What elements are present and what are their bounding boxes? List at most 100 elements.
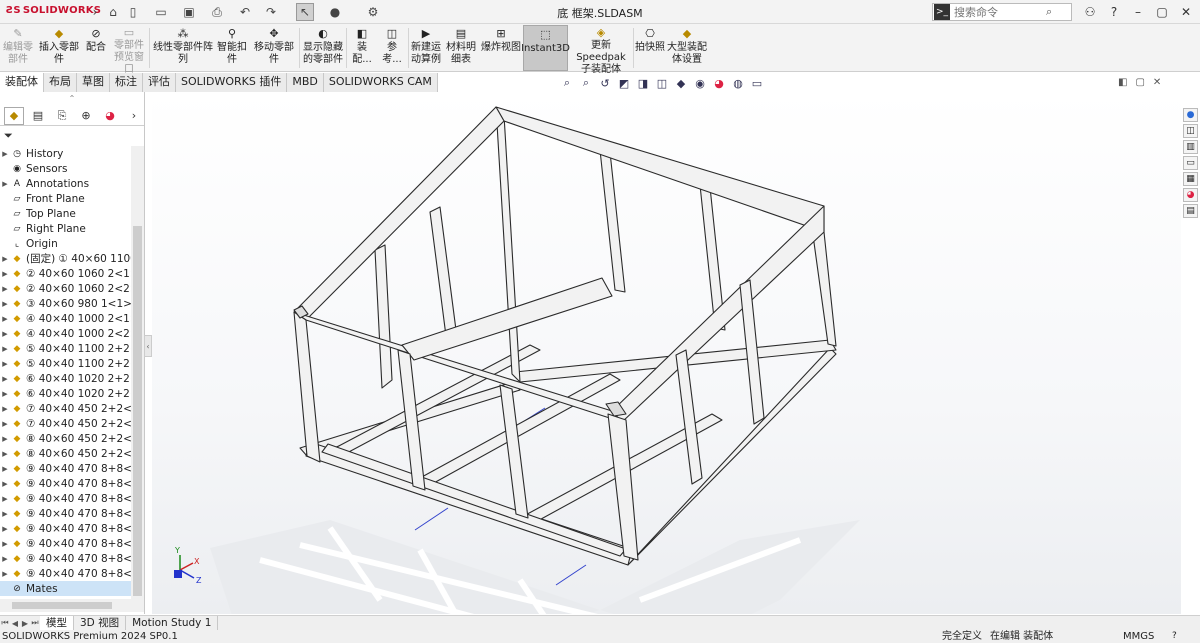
tree-item-component[interactable]: ▶◆ ④ 40×40 1000 2<1> ( (0, 311, 131, 326)
panel-collapse-handle[interactable]: ‹ (144, 335, 152, 357)
tree-filter[interactable]: ⏷ (0, 126, 144, 146)
tree-horizontal-scrollbar[interactable] (0, 599, 144, 612)
tree-item-component[interactable]: ▶◆ ⑤ 40×40 1100 2+2<2 (0, 356, 131, 371)
last-tab-icon[interactable]: ⏭ (30, 618, 40, 628)
tree-item-plane[interactable]: ▱ Right Plane (0, 221, 131, 236)
expand-arrow-icon[interactable]: ▶ (0, 150, 10, 158)
edit-component-button[interactable]: ✎ 编辑零部件 (2, 25, 34, 71)
tree-item-component[interactable]: ▶◆ ⑧ 40×60 450 2+2<1> (0, 431, 131, 446)
traffic-light-icon[interactable]: ● (326, 3, 344, 21)
tab-mbd[interactable]: MBD (287, 73, 324, 92)
appearances-icon[interactable]: ◕ (1183, 188, 1198, 202)
move-component-button[interactable]: ✥ 移动零部件 (250, 25, 298, 71)
expand-arrow-icon[interactable]: ▶ (0, 255, 10, 263)
file-explorer-icon[interactable]: ▭ (1183, 156, 1198, 170)
save-icon[interactable]: ▣ (180, 3, 198, 21)
tree-item-component[interactable]: ▶◆ ⑨ 40×40 470 8+8<8> (0, 551, 131, 566)
tree-item-component[interactable]: ▶ ◆ (固定) ① 40×60 1100 (0, 251, 131, 266)
tree-item-component[interactable]: ▶◆ ⑨ 40×40 470 8+8<6> (0, 521, 131, 536)
expand-arrow-icon[interactable]: ▶ (0, 570, 10, 578)
tree-vertical-scrollbar[interactable] (131, 146, 144, 599)
exploded-view-button[interactable]: ⊞ 爆炸视图 (480, 25, 522, 71)
view-palette-icon[interactable]: ▦ (1183, 172, 1198, 186)
options-gear-icon[interactable]: ⚙ (364, 3, 382, 21)
tree-item-component[interactable]: ▶◆ ② 40×60 1060 2<2> ( (0, 281, 131, 296)
zoom-to-fit-icon[interactable]: ⌕ (560, 76, 574, 90)
tree-item-component[interactable]: ▶◆ ② 40×60 1060 2<1> ( (0, 266, 131, 281)
user-icon[interactable]: ⚇ (1080, 3, 1100, 21)
panel-grip[interactable]: ⌃ (0, 92, 144, 106)
tree-item-origin[interactable]: ⌞ Origin (0, 236, 131, 251)
assembly-features-button[interactable]: ◧ 装配... (348, 25, 376, 71)
expand-arrow-icon[interactable]: ▶ (0, 450, 10, 458)
expand-arrow-icon[interactable]: ▶ (0, 465, 10, 473)
tree-item-component[interactable]: ▶◆ ⑤ 40×40 1100 2+2<1 (0, 341, 131, 356)
show-hidden-button[interactable]: ◐ 显示隐藏的零部件 (301, 25, 345, 71)
panel-tabs-scroll-icon[interactable]: › (124, 107, 144, 125)
restore-icon[interactable]: ▢ (1152, 3, 1172, 21)
expand-arrow-icon[interactable]: ▶ (0, 300, 10, 308)
frame-assembly[interactable] (293, 106, 837, 566)
edit-appearance-icon[interactable]: ◕ (712, 77, 726, 90)
model-view[interactable]: Y X Z (152, 92, 1181, 614)
status-help-icon[interactable]: ? (1172, 630, 1177, 643)
previous-tab-icon[interactable]: ◀ (10, 619, 20, 628)
tree-item-component[interactable]: ▶◆ ⑨ 40×40 470 8+8<7> (0, 536, 131, 551)
tree-item-plane[interactable]: ▱ Front Plane (0, 191, 131, 206)
insert-component-button[interactable]: ◆ 插入零部件 (36, 25, 82, 71)
display-manager-tab-icon[interactable]: ◕ (100, 107, 120, 125)
custom-properties-icon[interactable]: ▤ (1183, 204, 1198, 218)
view-settings-icon[interactable]: ▭ (750, 77, 764, 90)
reference-geometry-button[interactable]: ◫ 参考... (378, 25, 406, 71)
pin-icon[interactable]: › (86, 3, 104, 21)
design-library-icon[interactable]: ▥ (1183, 140, 1198, 154)
undo-icon[interactable]: ↶ (236, 3, 254, 21)
tree-item-mates[interactable]: ⊘ Mates (0, 581, 131, 596)
expand-arrow-icon[interactable]: ▶ (0, 345, 10, 353)
expand-arrow-icon[interactable]: ▶ (0, 495, 10, 503)
tab-addins[interactable]: SOLIDWORKS 插件 (176, 73, 288, 92)
new-file-icon[interactable]: ▯ (124, 3, 142, 21)
scrollbar-thumb[interactable] (133, 226, 142, 596)
linear-pattern-button[interactable]: ⁂ 线性零部件阵列 (151, 25, 215, 71)
graphics-area[interactable]: Y X Z (152, 92, 1181, 614)
tree-item-component[interactable]: ▶◆ ⑨ 40×40 470 8+8<4> (0, 491, 131, 506)
expand-arrow-icon[interactable]: ▶ (0, 270, 10, 278)
hide-show-items-icon[interactable]: ◉ (693, 77, 707, 90)
expand-arrow-icon[interactable]: ▶ (0, 540, 10, 548)
tab-layout[interactable]: 布局 (44, 73, 77, 92)
tab-3d-view[interactable]: 3D 视图 (74, 615, 127, 631)
open-folder-icon[interactable]: ▭ (152, 3, 170, 21)
section-view-icon[interactable]: ◩ (617, 77, 631, 90)
tab-model[interactable]: 模型 (40, 615, 74, 631)
tab-cam[interactable]: SOLIDWORKS CAM (323, 73, 438, 92)
close-icon[interactable]: ✕ (1176, 3, 1196, 21)
bom-button[interactable]: ▤ 材料明细表 (445, 25, 477, 71)
tab-assembly[interactable]: 装配体 (0, 73, 44, 92)
print-icon[interactable]: ⎙ (208, 3, 226, 21)
tree-item-component[interactable]: ▶◆ ⑨ 40×40 470 8+8<1> (0, 461, 131, 476)
viewport-close-icon[interactable]: ✕ (1153, 77, 1161, 88)
view-orientation-icon[interactable]: ◫ (655, 77, 669, 90)
tab-sketch[interactable]: 草图 (77, 73, 110, 92)
select-arrow-icon[interactable]: ↖ (296, 3, 314, 21)
tab-motion-study[interactable]: Motion Study 1 (126, 615, 219, 631)
home-icon[interactable]: ⌂ (104, 3, 122, 21)
zoom-to-area-icon[interactable]: ⌕ (579, 76, 593, 90)
dimxpert-tab-icon[interactable]: ⊕ (76, 107, 96, 125)
tree-item-component[interactable]: ▶◆ ⑥ 40×40 1020 2+2+1 (0, 371, 131, 386)
dynamic-annotation-icon[interactable]: ◨ (636, 77, 650, 90)
expand-arrow-icon[interactable]: ▶ (0, 315, 10, 323)
tree-item-sensor[interactable]: ◉ Sensors (0, 161, 131, 176)
component-preview-button[interactable]: ▭ 零部件预览窗口 (110, 25, 148, 76)
instant3d-button[interactable]: ⬚ Instant3D (521, 25, 570, 71)
tree-item-component[interactable]: ▶◆ ⑦ 40×40 450 2+2<1> (0, 401, 131, 416)
expand-arrow-icon[interactable]: ▶ (0, 375, 10, 383)
tree-item-annotations[interactable]: ▶ A Annotations (0, 176, 131, 191)
tree-item-component[interactable]: ▶◆ ⑨ 40×40 470 8+8<5> (0, 506, 131, 521)
first-tab-icon[interactable]: ⏮ (0, 618, 10, 628)
expand-arrow-icon[interactable]: ▶ (0, 180, 10, 188)
expand-arrow-icon[interactable]: ▶ (0, 435, 10, 443)
property-manager-tab-icon[interactable]: ▤ (28, 107, 48, 125)
viewport-restore-icon[interactable]: ▢ (1135, 77, 1144, 88)
